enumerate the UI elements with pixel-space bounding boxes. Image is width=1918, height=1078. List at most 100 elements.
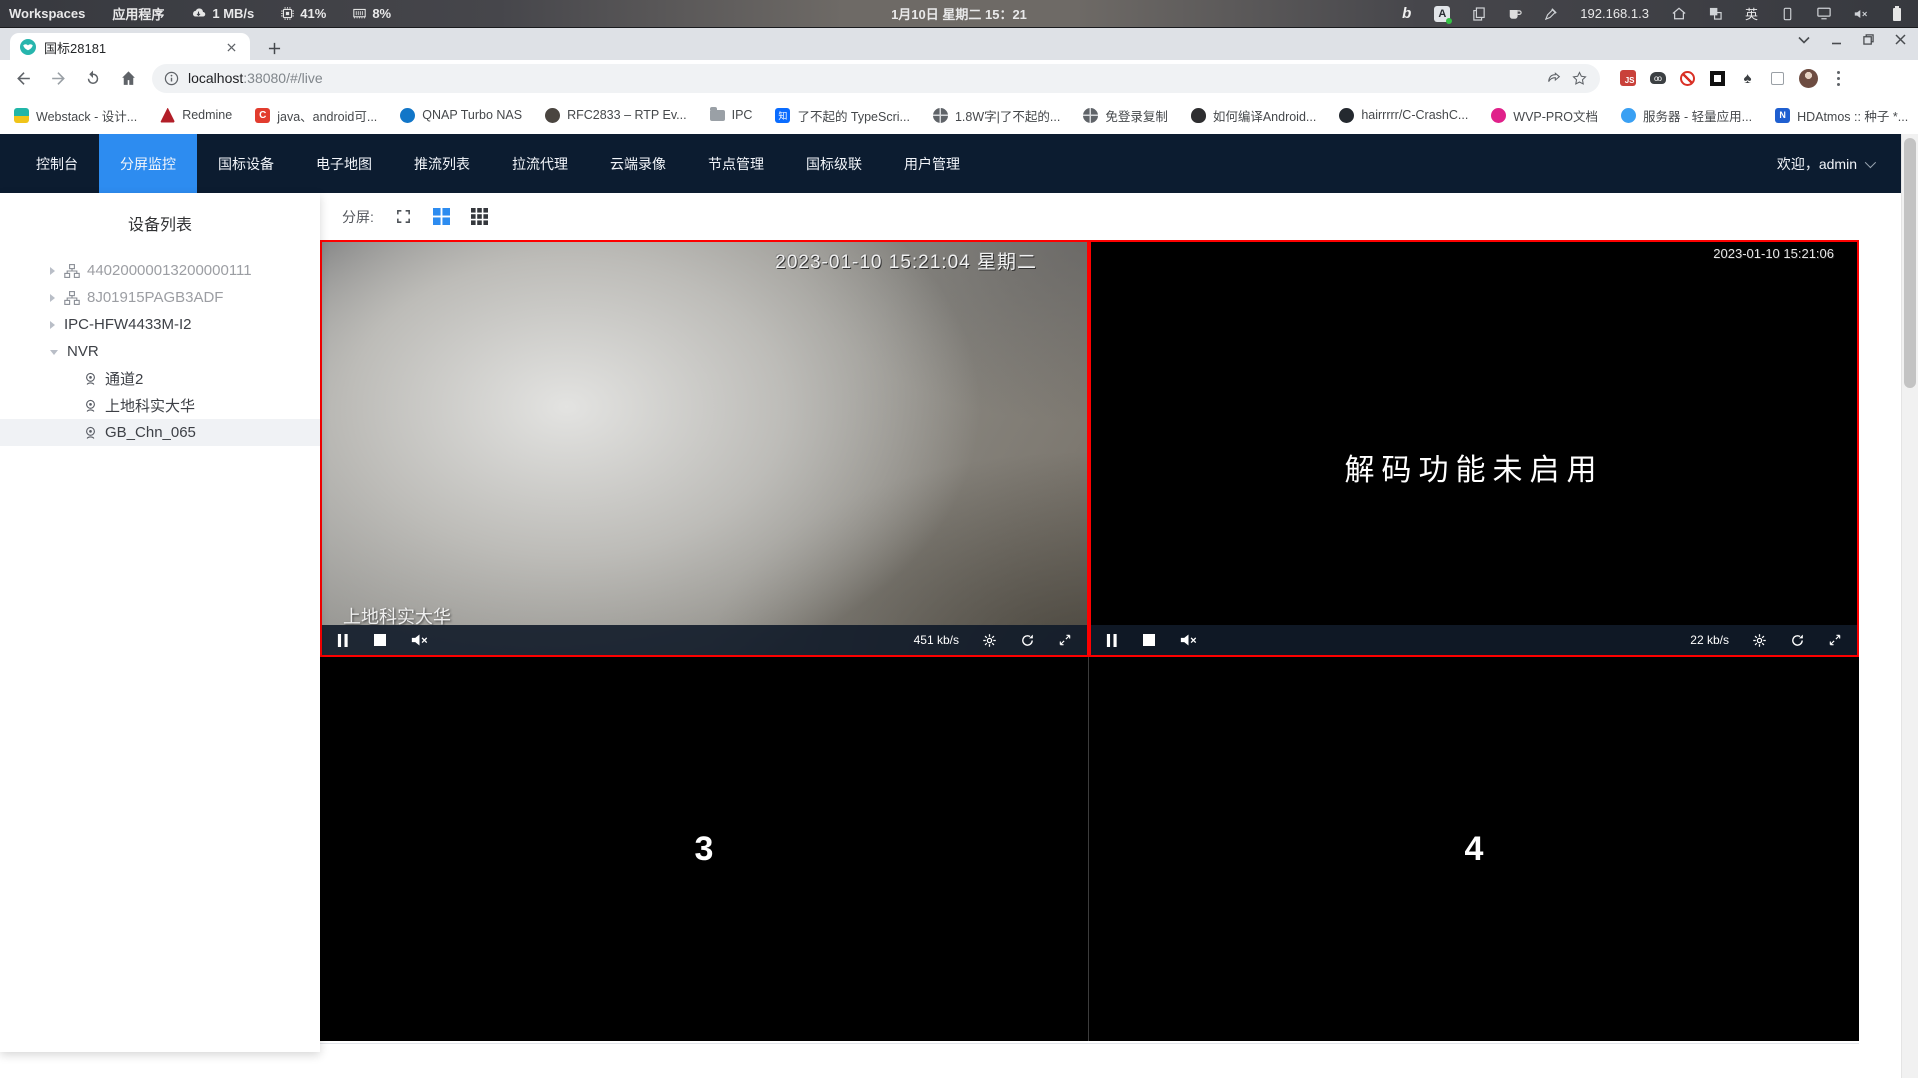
mask-extension-icon[interactable]: oo [1649, 70, 1666, 87]
nav-node-manage[interactable]: 节点管理 [687, 134, 785, 193]
bing-tray-icon[interactable]: b [1402, 5, 1411, 22]
nav-split-monitor[interactable]: 分屏监控 [99, 134, 197, 193]
window-restore-icon[interactable] [1863, 34, 1874, 45]
video-tile-3[interactable]: 3 [320, 657, 1089, 1041]
bookmark-webstack[interactable]: Webstack - 设计... [14, 106, 137, 125]
cpu-icon [281, 7, 295, 20]
phone-link-icon[interactable] [1781, 7, 1794, 21]
bookmark-redmine[interactable]: Redmine [160, 107, 232, 123]
fullscreen-1x1-icon[interactable] [395, 208, 412, 225]
nav-console[interactable]: 控制台 [15, 134, 99, 193]
home-tray-icon[interactable] [1672, 7, 1686, 20]
battery-icon[interactable] [1892, 5, 1902, 22]
bookmark-android-compile[interactable]: 如何编译Android... [1190, 106, 1316, 125]
share-icon[interactable] [1546, 70, 1562, 86]
address-bar[interactable]: localhost:38080/#/live [152, 63, 1600, 93]
grid-2x2-icon[interactable] [432, 208, 450, 225]
mute-icon[interactable] [411, 633, 428, 647]
scrollbar-thumb[interactable] [1904, 138, 1916, 388]
nav-cloud-record[interactable]: 云端录像 [589, 134, 687, 193]
volume-muted-icon[interactable] [1854, 8, 1869, 20]
device-tree: 44020000013200000111 8J01915PAGB3ADF IPC… [0, 257, 320, 446]
workspaces-button[interactable]: Workspaces [9, 6, 85, 21]
workspace-switcher-icon[interactable] [1709, 7, 1722, 20]
video2-bitrate: 22 kb/s [1690, 633, 1729, 647]
caffeine-tray-icon[interactable] [1508, 7, 1522, 20]
fullscreen-expand-icon[interactable] [1058, 633, 1072, 647]
zhihu-icon: 知 [775, 107, 791, 123]
window-close-icon[interactable] [1895, 34, 1906, 45]
grid-3x3-icon[interactable] [470, 208, 488, 225]
tab-close-icon[interactable] [223, 39, 240, 56]
caret-right-icon[interactable] [50, 320, 55, 329]
input-method-tray-icon[interactable]: A [1434, 5, 1453, 24]
caret-down-icon[interactable] [50, 350, 58, 355]
reload-icon[interactable] [82, 67, 104, 89]
pause-icon[interactable] [1106, 633, 1118, 647]
mute-icon[interactable] [1180, 633, 1197, 647]
nav-pull-proxy[interactable]: 拉流代理 [491, 134, 589, 193]
video-tile-4[interactable]: 4 [1089, 657, 1859, 1041]
dark-square-extension-icon[interactable] [1709, 70, 1726, 87]
tree-item-shangdi[interactable]: 上地科实大华 [0, 392, 320, 419]
back-icon[interactable] [12, 67, 34, 89]
refresh-icon[interactable] [1790, 633, 1805, 648]
bookmark-copy[interactable]: 免登录复制 [1083, 106, 1168, 125]
window-minimize-icon[interactable] [1831, 34, 1842, 45]
pine-extension-icon[interactable]: ♠ [1739, 70, 1756, 87]
browser-tab[interactable]: 国标28181 [10, 33, 250, 61]
bookmark-star-icon[interactable] [1571, 70, 1588, 87]
bookmark-github-crash[interactable]: hairrrrr/C-CrashC... [1339, 107, 1468, 123]
stop-icon[interactable] [374, 634, 386, 646]
window-menu-chevron-icon[interactable] [1798, 36, 1810, 44]
bookmark-rfc2833[interactable]: RFC2833 – RTP Ev... [545, 107, 687, 123]
site-info-icon[interactable] [164, 71, 179, 86]
display-tray-icon[interactable] [1817, 7, 1831, 20]
browser-menu-icon[interactable] [1837, 76, 1840, 80]
applications-menu[interactable]: 应用程序 [112, 4, 164, 23]
bookmark-ipc-folder[interactable]: IPC [709, 106, 752, 122]
stop-icon[interactable] [1143, 634, 1155, 646]
tree-item-channel2[interactable]: 通道2 [0, 365, 320, 392]
ip-address-indicator[interactable]: 192.168.1.3 [1580, 6, 1649, 21]
video-tile-2[interactable]: 2023-01-10 15:21:06 解码功能未启用 22 kb/s [1089, 240, 1859, 657]
home-icon[interactable] [117, 67, 139, 89]
tree-item-nvr[interactable]: NVR [0, 338, 320, 365]
tree-item-gb-chn-065[interactable]: GB_Chn_065 [0, 419, 320, 446]
tree-item-platform-1[interactable]: 44020000013200000111 [0, 257, 320, 284]
tree-item-ipc[interactable]: IPC-HFW4433M-I2 [0, 311, 320, 338]
user-menu[interactable]: 欢迎，admin [1777, 134, 1901, 193]
settings-gear-icon[interactable] [1752, 633, 1767, 648]
fullscreen-expand-icon[interactable] [1828, 633, 1842, 647]
pause-icon[interactable] [337, 633, 349, 647]
forward-icon[interactable] [47, 67, 69, 89]
nav-user-manage[interactable]: 用户管理 [883, 134, 981, 193]
nav-gb-devices[interactable]: 国标设备 [197, 134, 295, 193]
color-picker-tray-icon[interactable] [1545, 7, 1557, 20]
caret-right-icon[interactable] [50, 293, 55, 302]
language-indicator[interactable]: 英 [1745, 4, 1758, 23]
bookmark-qnap[interactable]: QNAP Turbo NAS [400, 107, 522, 123]
bookmark-typescript[interactable]: 知了不起的 TypeScri... [775, 106, 910, 125]
json-viewer-extension-icon[interactable]: JS [1619, 70, 1636, 87]
bookmark-java-android[interactable]: Cjava、android可... [255, 106, 377, 125]
nav-map[interactable]: 电子地图 [295, 134, 393, 193]
video-tile-1[interactable]: 2023-01-10 15:21:04 星期二 上地科实大华 451 kb/s [320, 240, 1089, 657]
nav-push-list[interactable]: 推流列表 [393, 134, 491, 193]
profile-avatar[interactable] [1799, 68, 1818, 88]
settings-gear-icon[interactable] [982, 633, 997, 648]
refresh-icon[interactable] [1020, 633, 1035, 648]
bookmark-hdatmos[interactable]: N HDAtmos :: 种子 *... [1775, 106, 1908, 125]
page-scrollbar[interactable] [1901, 134, 1918, 1078]
nav-gb-cascade[interactable]: 国标级联 [785, 134, 883, 193]
clipboard-tray-icon[interactable] [1473, 6, 1486, 21]
adblock-extension-icon[interactable] [1679, 70, 1696, 87]
new-tab-button[interactable] [262, 36, 286, 60]
caret-right-icon[interactable] [50, 266, 55, 275]
bookmark-lighthouse[interactable]: 服务器 - 轻量应用... [1621, 106, 1752, 125]
bookmark-18w[interactable]: 1.8W字|了不起的... [932, 106, 1060, 125]
tree-item-platform-2[interactable]: 8J01915PAGB3ADF [0, 284, 320, 311]
light-square-extension-icon[interactable] [1769, 70, 1786, 87]
bookmark-wvp-docs[interactable]: WVP-PRO文档 [1491, 106, 1598, 125]
wvp-icon [1491, 107, 1507, 123]
